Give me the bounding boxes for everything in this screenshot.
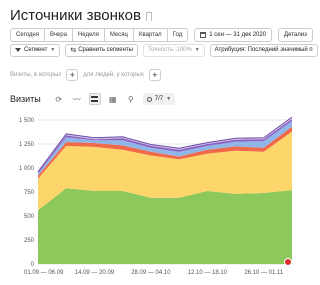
x-tick-label: 28.09 — 04.10 xyxy=(131,270,171,276)
chevron-down-icon: ▼ xyxy=(50,46,56,53)
compare-icon: ⇆ xyxy=(70,46,77,54)
page-header: Источники звонков xyxy=(10,4,152,26)
period-week[interactable]: Неделя xyxy=(72,28,105,41)
x-tick-label: 12.10 — 18.10 xyxy=(188,270,228,276)
date-range-label: 1 сен — 31 дек 2020 xyxy=(209,31,267,38)
y-tick-label: 1 000 xyxy=(19,166,35,172)
metrics-count: 7/7 xyxy=(154,96,164,102)
refresh-icon[interactable]: ⟳ xyxy=(53,93,65,105)
segment-label: Сегмент xyxy=(24,46,48,53)
chart-toolbar: Визиты ⟳ 〰 ▦ ⚲ 7/7 ▼ xyxy=(10,92,176,106)
metrics-icon xyxy=(146,96,152,102)
period-month[interactable]: Месяц xyxy=(104,28,134,41)
period-year[interactable]: Год xyxy=(167,28,188,41)
compare-segments-button[interactable]: ⇆ Сравнить сегменты xyxy=(65,43,138,57)
bookmark-icon[interactable] xyxy=(145,11,152,21)
period-quarter[interactable]: Квартал xyxy=(133,28,168,41)
period-yesterday[interactable]: Вчера xyxy=(45,28,73,41)
area-series-1 xyxy=(38,188,292,264)
x-tick-label: 14.09 — 20.09 xyxy=(75,270,115,276)
table-icon[interactable]: ▦ xyxy=(107,93,119,105)
x-axis: 01.09 — 06.09 14.09 — 20.09 28.09 — 04.10 1… xyxy=(24,270,284,276)
attribution-label: Атрибуция: Последний значимый п xyxy=(214,46,313,53)
chevron-down-icon: ▼ xyxy=(166,96,172,102)
y-axis: 0 250 500 750 1 000 1 250 1 500 xyxy=(19,118,35,268)
chart-areas xyxy=(37,116,293,264)
stacked-area-icon[interactable] xyxy=(88,93,101,105)
y-tick-label: 250 xyxy=(24,238,35,244)
y-tick-label: 750 xyxy=(24,190,35,196)
date-range-button[interactable]: 1 сен — 31 дек 2020 xyxy=(194,27,273,42)
add-visit-filter-button[interactable]: + xyxy=(66,69,79,81)
detail-button[interactable]: Детализ xyxy=(278,27,313,42)
period-presets: Сегодня Вчера Неделя Месяц Квартал Год xyxy=(10,27,189,42)
y-tick-label: 0 xyxy=(31,262,35,268)
period-today[interactable]: Сегодня xyxy=(11,28,45,41)
highlight-point[interactable] xyxy=(284,258,292,266)
visits-chart: 0 250 500 750 1 000 1 250 1 500 01.09 — 06.09 1… xyxy=(19,116,293,276)
add-people-filter-button[interactable]: + xyxy=(148,69,161,81)
period-selector: Сегодня Вчера Неделя Месяц Квартал Год 1… xyxy=(10,27,313,42)
accuracy-label: Точность: 100% xyxy=(147,46,192,53)
y-tick-label: 500 xyxy=(24,214,35,220)
calendar-icon xyxy=(200,31,207,38)
people-filter-label: для людей, у которых xyxy=(83,72,144,78)
attribution-select[interactable]: Атрибуция: Последний значимый п xyxy=(209,43,318,57)
segment-controls: Сегмент ▼ ⇆ Сравнить сегменты Точность: … xyxy=(10,43,318,57)
page-title: Источники звонков xyxy=(10,6,141,24)
chart-title: Визиты xyxy=(10,94,41,104)
visits-filter-label: Визиты, в которых xyxy=(10,72,62,78)
accuracy-select[interactable]: Точность: 100% ▼ xyxy=(142,43,205,57)
y-tick-label: 1 250 xyxy=(19,142,35,148)
filter-icon xyxy=(15,48,21,52)
pin-icon[interactable]: ⚲ xyxy=(125,93,137,105)
x-tick-label: 01.09 — 06.09 xyxy=(24,270,64,276)
filter-row: Визиты, в которых + для людей, у которых… xyxy=(10,68,166,82)
x-tick-label: 26.10 — 01.11 xyxy=(244,270,284,276)
metrics-select[interactable]: 7/7 ▼ xyxy=(142,93,176,105)
compare-label: Сравнить сегменты xyxy=(78,46,133,53)
line-chart-icon[interactable]: 〰 xyxy=(71,93,83,105)
segment-button[interactable]: Сегмент ▼ xyxy=(10,43,61,57)
chevron-down-icon: ▼ xyxy=(194,46,200,53)
y-tick-label: 1 500 xyxy=(19,118,35,124)
